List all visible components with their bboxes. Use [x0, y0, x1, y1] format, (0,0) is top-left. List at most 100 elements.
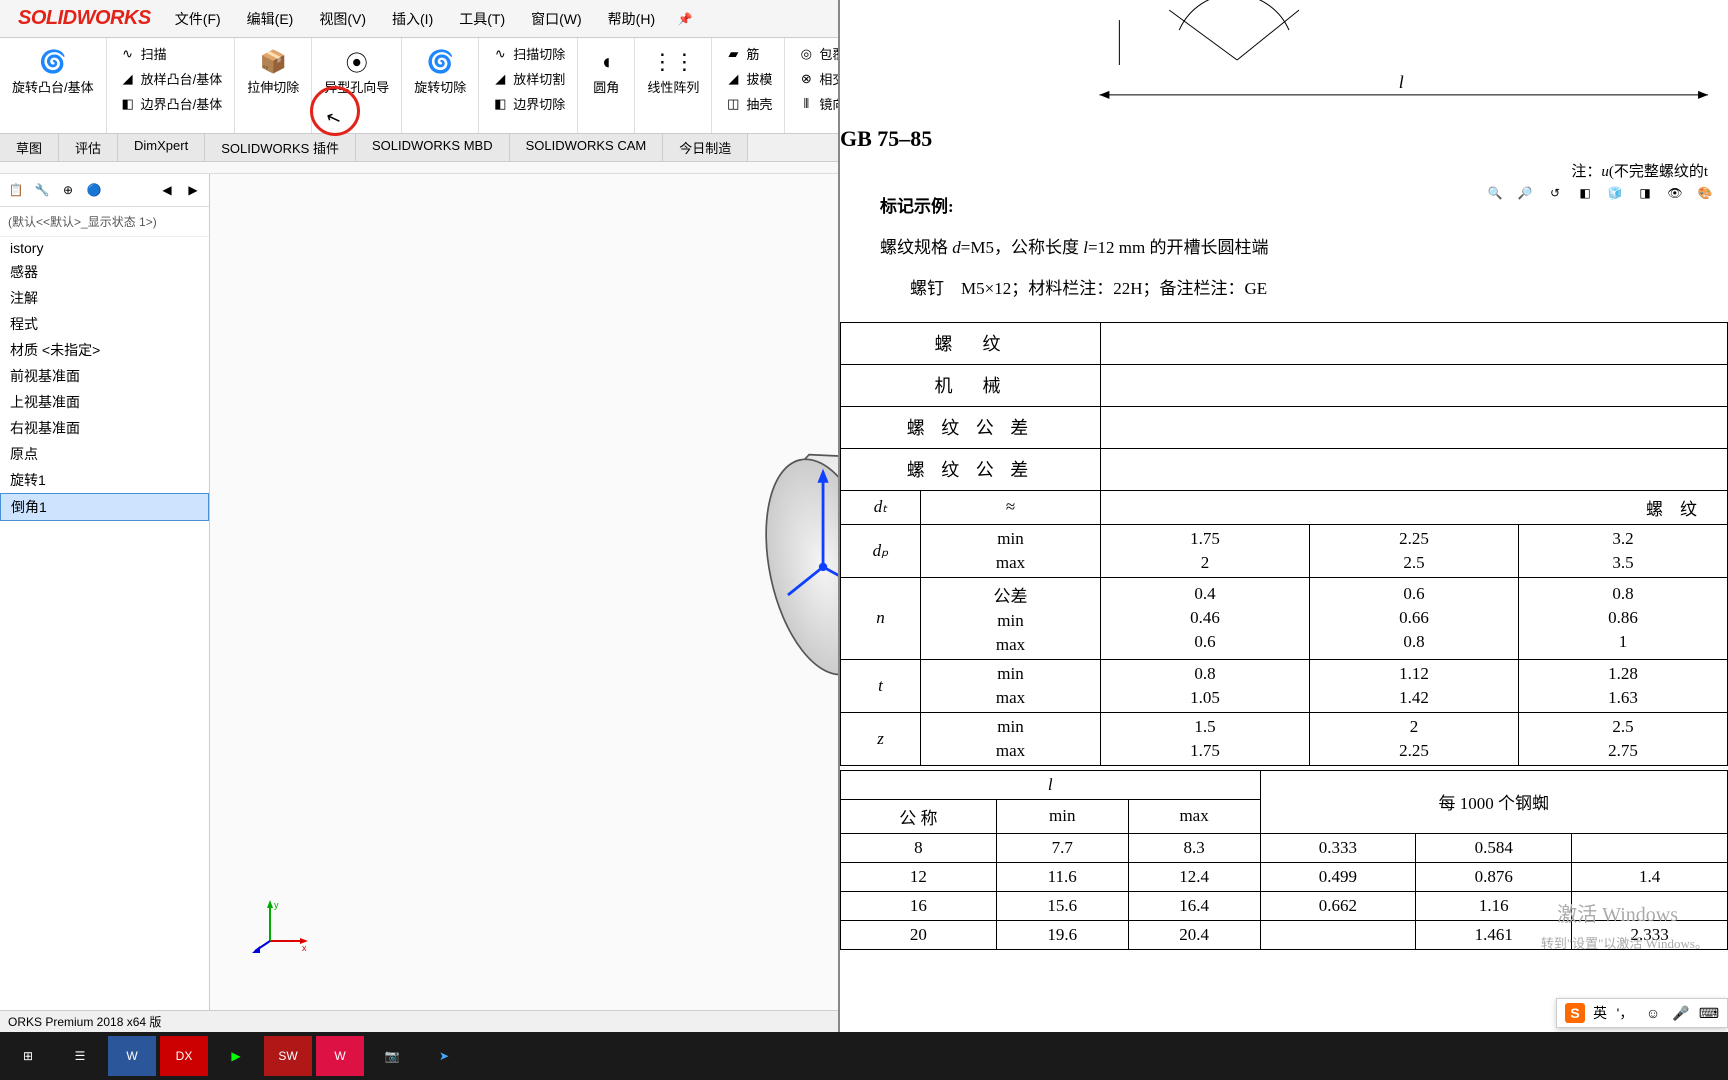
- menu-tools[interactable]: 工具(T): [447, 5, 517, 33]
- draft-icon: ◢: [724, 70, 742, 88]
- sweep-button[interactable]: ∿扫描: [115, 42, 227, 65]
- menu-help[interactable]: 帮助(H): [596, 5, 667, 33]
- hole-wizard-icon: ⦿: [341, 46, 373, 78]
- shell-icon: ◫: [724, 95, 742, 113]
- taskbar-word-icon[interactable]: W: [108, 1036, 156, 1076]
- tree-item-front-plane[interactable]: 前视基准面: [0, 363, 209, 389]
- ime-emoji-icon[interactable]: ☺: [1643, 1003, 1663, 1023]
- tree-item-history[interactable]: istory: [0, 237, 209, 259]
- view-orientation-icon[interactable]: 🧊: [1602, 180, 1628, 206]
- section-view-icon[interactable]: ◧: [1572, 180, 1598, 206]
- ime-mic-icon[interactable]: 🎤: [1671, 1003, 1691, 1023]
- hole-wizard-button[interactable]: ⦿ 异型孔向导: [320, 42, 393, 100]
- taskbar-dx-icon[interactable]: DX: [160, 1036, 208, 1076]
- mirror-icon: ⦀: [797, 95, 815, 113]
- tree-tab-property-icon[interactable]: 🔧: [30, 178, 54, 202]
- rib-icon: ▰: [724, 45, 742, 63]
- intersect-icon: ⊗: [797, 70, 815, 88]
- menu-window[interactable]: 窗口(W): [519, 5, 594, 33]
- view-toolbar: 🔍 🔎 ↺ ◧ 🧊 ◨ 👁 🎨: [1482, 180, 1718, 206]
- tab-sw-cam[interactable]: SOLIDWORKS CAM: [510, 134, 664, 161]
- appearance-icon[interactable]: 🎨: [1692, 180, 1718, 206]
- tab-evaluate[interactable]: 评估: [59, 134, 118, 161]
- tab-today[interactable]: 今日制造: [663, 134, 748, 161]
- taskbar-app-icon[interactable]: ➤: [420, 1036, 468, 1076]
- tree-item-revolve1[interactable]: 旋转1: [0, 467, 209, 493]
- tree-tab-feature-icon[interactable]: 📋: [4, 178, 28, 202]
- loft-icon: ◢: [119, 70, 137, 88]
- linear-pattern-button[interactable]: ⋮⋮ 线性阵列: [643, 42, 703, 100]
- tab-sketch[interactable]: 草图: [0, 134, 59, 161]
- task-view-button[interactable]: ☰: [56, 1036, 104, 1076]
- status-version: ORKS Premium 2018 x64 版: [8, 1015, 161, 1029]
- revolve-boss-button[interactable]: 🌀 旋转凸台/基体: [8, 42, 98, 100]
- loft-button[interactable]: ◢放样凸台/基体: [115, 67, 227, 90]
- feature-tree-panel: 📋 🔧 ⊕ 🔵 ◀ ▶ (默认<<默认>_显示状态 1>) istory 感器 …: [0, 174, 210, 1016]
- sweep-cut-button[interactable]: ∿扫描切除: [487, 42, 569, 65]
- tab-sw-mbd[interactable]: SOLIDWORKS MBD: [356, 134, 510, 161]
- ime-lang[interactable]: 英: [1593, 1003, 1607, 1023]
- wrap-icon: ◎: [797, 45, 815, 63]
- menu-file[interactable]: 文件(F): [163, 5, 233, 33]
- tree-tab-display-icon[interactable]: 🔵: [82, 178, 106, 202]
- display-style-icon[interactable]: ◨: [1632, 180, 1658, 206]
- fillet-icon: ◖: [590, 46, 622, 78]
- tree-item-equations[interactable]: 程式: [0, 311, 209, 337]
- pin-icon[interactable]: 📌: [671, 5, 699, 33]
- doc-example-line1: 螺纹规格 d=M5，公称长度 l=12 mm 的开槽长圆柱端: [840, 228, 1728, 269]
- taskbar: ⊞ ☰ W DX ▶ SW W 📷 ➤: [0, 1032, 1728, 1080]
- tree-item-sensors[interactable]: 感器: [0, 259, 209, 285]
- menu-view[interactable]: 视图(V): [307, 5, 378, 33]
- start-button[interactable]: ⊞: [4, 1036, 52, 1076]
- taskbar-camera-icon[interactable]: 📷: [368, 1036, 416, 1076]
- tree-nav-left-icon[interactable]: ◀: [155, 178, 179, 202]
- cell-z: z: [841, 712, 921, 765]
- boundary-icon: ◧: [119, 95, 137, 113]
- tree-item-annotations[interactable]: 注解: [0, 285, 209, 311]
- zoom-fit-icon[interactable]: 🔍: [1482, 180, 1508, 206]
- sweep-icon: ∿: [119, 45, 137, 63]
- rib-button[interactable]: ▰筋: [720, 42, 776, 65]
- tree-item-fillet1[interactable]: 倒角1: [0, 493, 209, 521]
- doc-standard-code: GB 75–85: [840, 120, 1728, 158]
- zoom-area-icon[interactable]: 🔎: [1512, 180, 1538, 206]
- tab-dimxpert[interactable]: DimXpert: [118, 134, 205, 161]
- length-row-8: 87.78.3 0.3330.584: [841, 833, 1728, 862]
- menu-edit[interactable]: 编辑(E): [235, 5, 306, 33]
- tree-item-top-plane[interactable]: 上视基准面: [0, 389, 209, 415]
- tree-display-state: (默认<<默认>_显示状态 1>): [0, 207, 209, 237]
- loft-cut-button[interactable]: ◢放样切割: [487, 67, 569, 90]
- fillet-button[interactable]: ◖ 圆角: [586, 42, 626, 100]
- tab-sw-addins[interactable]: SOLIDWORKS 插件: [205, 134, 356, 161]
- draft-button[interactable]: ◢拔模: [720, 67, 776, 90]
- revolve-icon: 🌀: [37, 46, 69, 78]
- tree-item-material[interactable]: 材质 <未指定>: [0, 337, 209, 363]
- cursor-icon: ↖: [323, 106, 344, 131]
- ime-logo-icon[interactable]: S: [1565, 1003, 1585, 1023]
- taskbar-solidworks-icon[interactable]: SW: [264, 1036, 312, 1076]
- menu-insert[interactable]: 插入(I): [380, 5, 445, 33]
- doc-example-line2: 螺钉 M5×12；材料栏注：22H；备注栏注：GE: [840, 269, 1728, 310]
- ime-keyboard-icon[interactable]: ⌨: [1699, 1003, 1719, 1023]
- revolve-cut-button[interactable]: 🌀 旋转切除: [410, 42, 470, 100]
- feature-tree: istory 感器 注解 程式 材质 <未指定> 前视基准面 上视基准面 右视基…: [0, 237, 209, 1016]
- tree-item-origin[interactable]: 原点: [0, 441, 209, 467]
- ime-punct-icon[interactable]: '，: [1615, 1003, 1635, 1023]
- taskbar-wps-icon[interactable]: W: [316, 1036, 364, 1076]
- view-triad[interactable]: y x: [250, 896, 310, 956]
- previous-view-icon[interactable]: ↺: [1542, 180, 1568, 206]
- tree-toolbar: 📋 🔧 ⊕ 🔵 ◀ ▶: [0, 174, 209, 207]
- tree-nav-right-icon[interactable]: ▶: [181, 178, 205, 202]
- windows-watermark-title: 激活 Windows: [1557, 898, 1678, 927]
- ime-toolbar[interactable]: S 英 '， ☺ 🎤 ⌨: [1556, 998, 1728, 1028]
- boundary-cut-button[interactable]: ◧边界切除: [487, 92, 569, 115]
- tree-item-right-plane[interactable]: 右视基准面: [0, 415, 209, 441]
- length-row-12: 1211.612.4 0.4990.8761.4: [841, 862, 1728, 891]
- reference-document: l GB 75–85 注：u(不完整螺纹的t 标记示例: 螺纹规格 d=M5，公…: [838, 0, 1728, 1032]
- extrude-cut-button[interactable]: 📦 拉伸切除: [243, 42, 303, 100]
- hide-show-icon[interactable]: 👁: [1662, 180, 1688, 206]
- boundary-button[interactable]: ◧边界凸台/基体: [115, 92, 227, 115]
- taskbar-media-icon[interactable]: ▶: [212, 1036, 260, 1076]
- shell-button[interactable]: ◫抽壳: [720, 92, 776, 115]
- tree-tab-config-icon[interactable]: ⊕: [56, 178, 80, 202]
